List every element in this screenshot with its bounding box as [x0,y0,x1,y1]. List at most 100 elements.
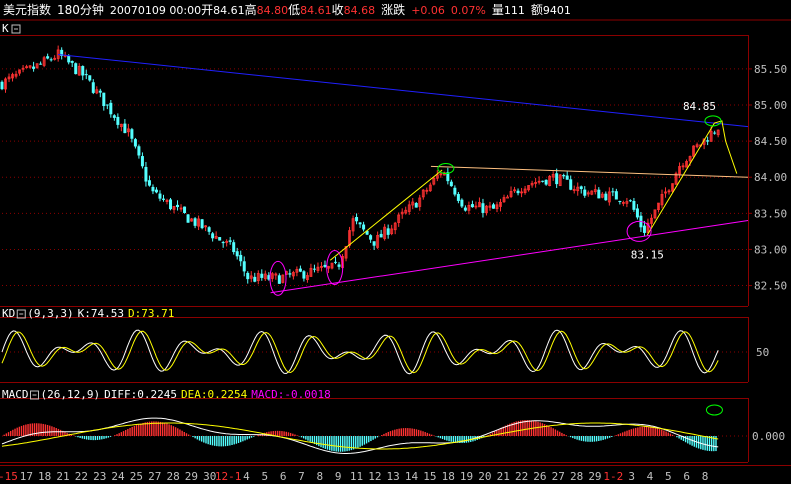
time-tick-label: 14 [405,470,419,483]
candle-body-down [369,235,373,240]
candle-body-down [211,233,215,239]
time-tick-label: 21 [497,470,510,483]
candle-body-down [713,132,717,134]
time-tick-label: 6 [280,470,287,483]
low-value: 84.61 [300,4,332,17]
candle-body-down [456,194,460,201]
time-tick-label: 24 [111,470,125,483]
time-tick-label: -15 [0,470,18,483]
candle-body-down [323,264,327,267]
candle-body-down [91,82,95,93]
time-tick-label: 7 [298,470,305,483]
time-tick-label: 28 [570,470,583,483]
macd-diff-value: 0.2245 [137,388,177,401]
candle-body-down [70,60,74,63]
candle-body-down [358,222,362,225]
open-value: 84.61 [213,4,245,17]
time-tick-label: 12 [368,470,381,483]
candle-body-down [144,166,148,182]
time-tick-label: 25 [130,470,143,483]
candle-body-down [186,214,190,223]
time-tick-label: 3 [628,470,635,483]
candle-body-down [337,264,341,267]
time-tick-label: 23 [93,470,106,483]
candle-body-down [32,66,36,69]
candle-body-down [362,224,366,230]
time-tick-label: 18 [442,470,455,483]
price-tick-label: 82.50 [754,280,787,293]
candle-body-down [88,75,92,81]
volume-value: 111 [504,4,525,17]
period-label: 180分钟 [57,2,104,17]
time-tick-label: 8 [702,470,709,483]
candles-layer [0,45,720,285]
time-tick-label: 28 [166,470,179,483]
candle-body-down [583,189,587,196]
kd-k-label: K: [78,307,91,320]
chart-canvas: 85.50 85.00 84.50 84.00 83.50 83.00 82.50 84.85… [0,2,791,483]
candle-body-down [102,92,106,107]
macd-highlight-ellipse [705,404,723,416]
wave-line-2 [646,120,738,236]
candle-body-down [302,271,306,279]
time-tick-label: 22 [75,470,88,483]
change-label: 涨跌 [381,2,405,17]
time-tick-label: 5 [261,470,268,483]
amount-value: 9401 [543,4,571,17]
datetime-label: 20070109 00:00 [110,4,201,17]
price-tick-label: 85.00 [754,99,787,112]
price-tick-label: 83.50 [754,207,787,220]
candle-body-down [0,81,4,90]
candle-body-down [379,233,383,238]
candle-body-down [453,187,457,195]
candle-body-down [569,179,573,190]
candle-body-down [207,227,211,232]
time-tick-label: 20 [478,470,491,483]
time-tick-label: 8 [317,470,324,483]
candle-body-down [183,206,187,214]
time-tick-label: 29 [588,470,601,483]
highlight-ellipse [437,163,455,175]
candle-body-down [544,179,548,185]
time-tick-label: 11 [350,470,363,483]
candle-body-down [312,268,316,270]
time-tick-label: 13 [387,470,400,483]
candle-body-down [49,59,53,61]
candle-body-down [84,74,88,76]
candle-body-down [579,186,583,190]
candle-body-down [123,123,127,134]
candle-body-down [298,268,302,272]
candle-body-down [414,203,418,208]
candle-body-down [555,173,559,185]
candle-body-down [239,254,243,262]
candle-body-down [154,189,158,193]
candle-body-down [46,56,50,59]
candle-body-down [147,180,151,186]
macd-panel-label: MACD [2,388,29,401]
low-label: 低 [288,3,300,17]
time-tick-label: 27 [148,470,161,483]
candle-body-down [161,198,165,200]
candle-body-down [460,199,464,207]
main-panel-label: K [2,22,9,35]
macd-dea-value: 0.2254 [207,388,247,401]
kline-chart-window: { "header": { "symbol": "美元指数", "period"… [0,0,791,484]
candle-body-down [158,193,162,199]
candle-body-down [112,115,116,118]
candle-body-down [386,228,390,235]
candle-body-down [98,90,102,93]
time-tick-label: 5 [665,470,672,483]
candle-body-down [253,276,257,282]
time-tick-label: 22 [515,470,528,483]
high-value: 84.80 [257,4,289,17]
price-tick-label: 84.00 [754,171,787,184]
candle-body-down [541,180,545,182]
macd-diff-label: DIFF: [104,388,137,401]
candle-body-down [481,203,485,213]
candle-body-down [449,181,453,187]
time-tick-label: 29 [185,470,198,483]
time-tick-label: 4 [243,470,250,483]
candle-body-down [200,219,204,229]
candle-body-down [176,204,180,208]
candle-body-down [277,275,281,284]
